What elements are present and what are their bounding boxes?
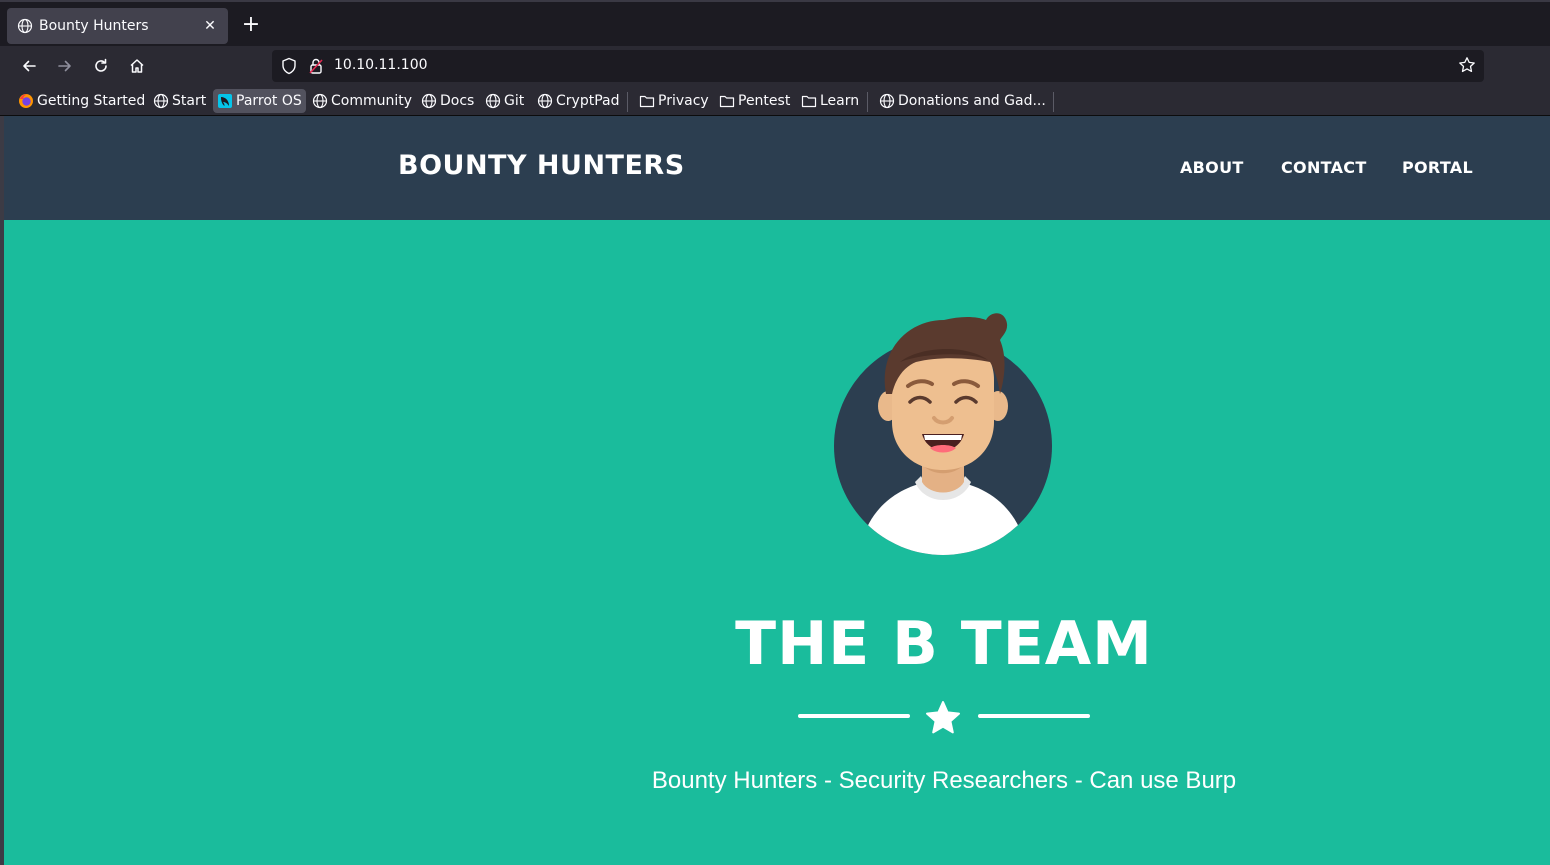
globe-icon — [485, 93, 501, 109]
parrot-icon — [217, 93, 233, 109]
bookmark-docs[interactable]: Docs — [417, 89, 478, 113]
nav-link-about[interactable]: ABOUT — [1180, 158, 1244, 177]
bookmark-parrot-os[interactable]: Parrot OS — [213, 89, 306, 113]
bookmark-community[interactable]: Community — [308, 89, 416, 113]
globe-icon — [421, 93, 437, 109]
site-navbar: BOUNTY HUNTERS ABOUT CONTACT PORTAL — [4, 116, 1550, 220]
bookmark-donations[interactable]: Donations and Gad... — [875, 89, 1050, 113]
bookmark-label: Docs — [440, 93, 475, 109]
folder-icon — [719, 93, 735, 109]
reload-button[interactable] — [89, 54, 113, 78]
globe-icon — [17, 18, 33, 34]
bookmark-label: Start — [172, 93, 207, 109]
divider-line-right — [978, 714, 1090, 718]
bookmark-folder-learn[interactable]: Learn — [797, 89, 863, 113]
forward-arrow-icon — [58, 60, 71, 72]
avatar — [834, 313, 1052, 555]
globe-icon — [537, 93, 553, 109]
bookmark-folder-pentest[interactable]: Pentest — [715, 89, 794, 113]
bookmark-label: Donations and Gad... — [898, 93, 1046, 109]
bookmark-getting-started[interactable]: Getting Started — [14, 89, 149, 113]
new-tab-button[interactable]: + — [240, 14, 262, 36]
bookmark-label: Privacy — [658, 93, 709, 109]
home-icon — [130, 59, 144, 73]
bookmark-label: CryptPad — [556, 93, 620, 109]
folder-icon — [801, 93, 817, 109]
firefox-icon — [18, 93, 34, 109]
tab-title: Bounty Hunters — [39, 18, 149, 34]
globe-icon — [312, 93, 328, 109]
tab-bar: Bounty Hunters ✕ + — [0, 0, 1550, 46]
bookmark-label: Parrot OS — [236, 93, 302, 109]
bookmark-separator — [627, 92, 628, 112]
bookmark-label: Pentest — [738, 93, 791, 109]
hero-section: THE B TEAM Bounty Hunters - Security Res… — [4, 220, 1550, 865]
nav-link-contact[interactable]: CONTACT — [1281, 158, 1367, 177]
divider-line-left — [798, 714, 910, 718]
globe-icon — [153, 93, 169, 109]
bookmark-label: Getting Started — [37, 93, 146, 109]
bookmark-label: Git — [504, 93, 525, 109]
bookmark-label: Learn — [820, 93, 860, 109]
hero-subtitle: Bounty Hunters - Security Researchers - … — [651, 767, 1237, 794]
shield-icon[interactable] — [280, 57, 298, 79]
bookmark-folder-privacy[interactable]: Privacy — [635, 89, 713, 113]
bookmark-label: Community — [331, 93, 413, 109]
insecure-lock-icon[interactable] — [308, 57, 324, 79]
folder-icon — [639, 93, 655, 109]
bookmark-cryptpad[interactable]: CryptPad — [533, 89, 623, 113]
url-text[interactable]: 10.10.11.100 — [334, 57, 428, 73]
bookmark-separator — [1053, 92, 1054, 112]
bookmark-star-icon[interactable] — [1458, 56, 1476, 78]
bookmark-separator — [867, 92, 868, 112]
bookmark-git[interactable]: Git — [481, 89, 528, 113]
back-arrow-icon — [23, 60, 36, 72]
home-button[interactable] — [125, 54, 149, 78]
page-viewport: BOUNTY HUNTERS ABOUT CONTACT PORTAL THE … — [4, 116, 1550, 865]
bookmark-start[interactable]: Start — [149, 89, 210, 113]
bookmarks-toolbar: Getting Started Start Parrot OS Communit… — [0, 86, 1550, 116]
globe-icon — [879, 93, 895, 109]
navigation-toolbar: 10.10.11.100 — [0, 46, 1550, 86]
close-tab-icon[interactable]: ✕ — [202, 18, 218, 34]
browser-tab[interactable]: Bounty Hunters ✕ — [7, 8, 228, 44]
url-bar[interactable]: 10.10.11.100 — [272, 50, 1484, 82]
hero-title: THE B TEAM — [735, 609, 1153, 679]
site-brand-link[interactable]: BOUNTY HUNTERS — [398, 150, 685, 181]
back-button[interactable] — [17, 54, 41, 78]
nav-link-portal[interactable]: PORTAL — [1402, 158, 1473, 177]
star-icon — [926, 701, 960, 734]
forward-button[interactable] — [53, 54, 77, 78]
reload-icon — [95, 58, 107, 72]
